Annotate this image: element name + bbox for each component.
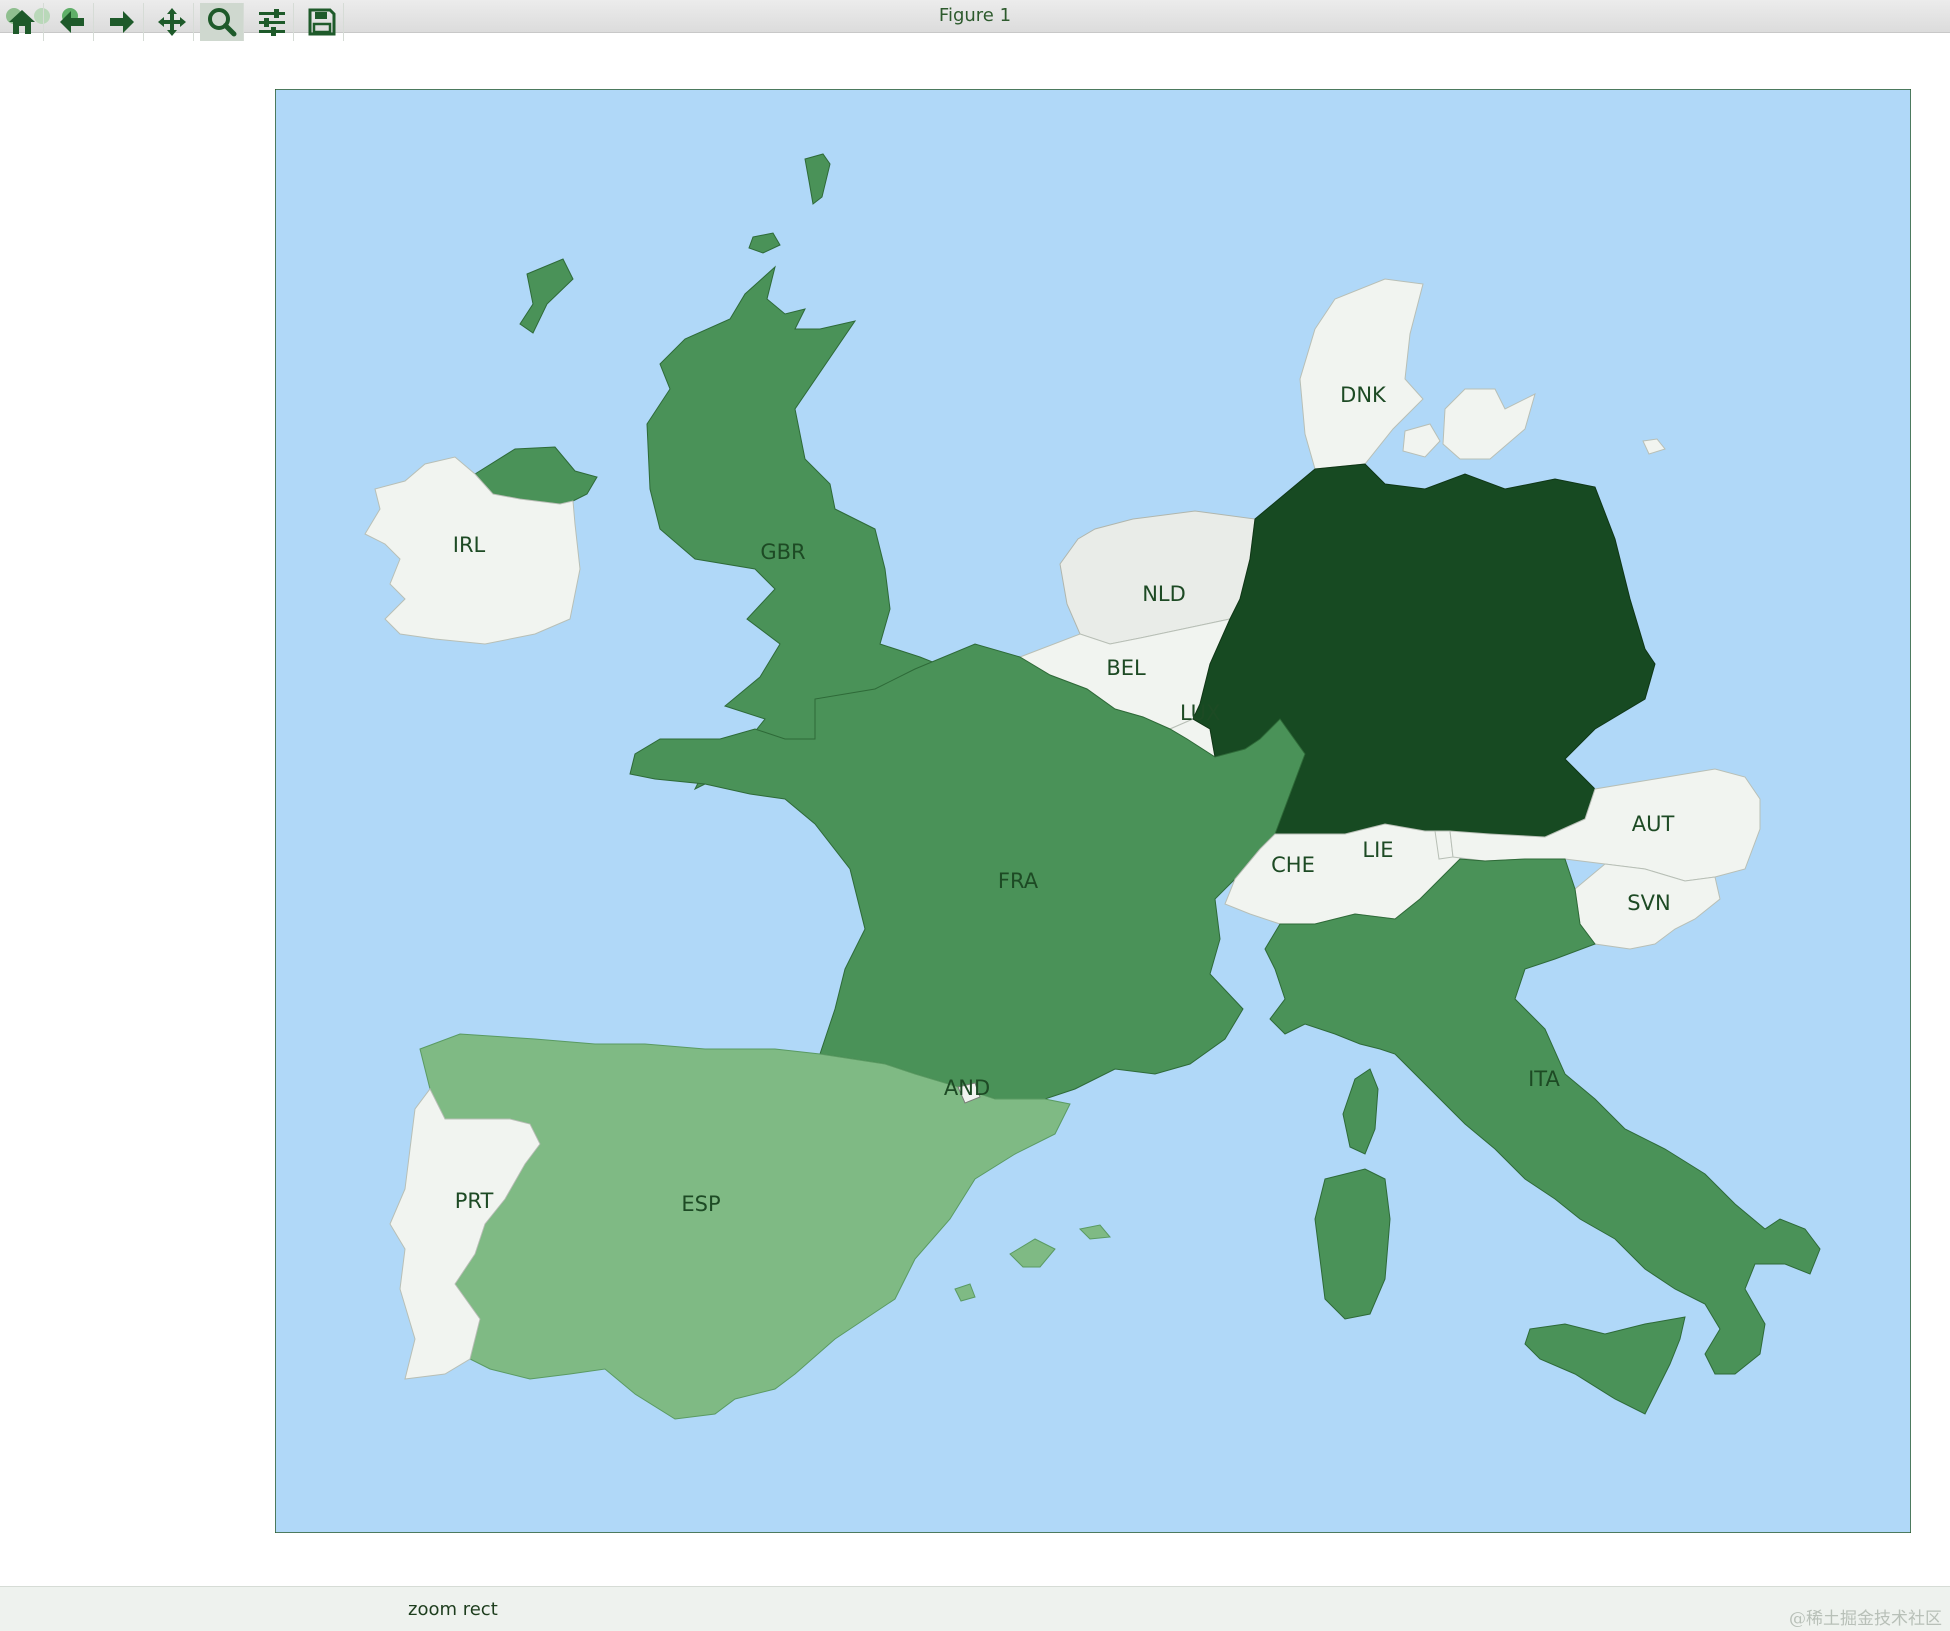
home-button[interactable] (0, 3, 44, 41)
label-SVN: SVN (1627, 891, 1670, 915)
label-BEL: BEL (1106, 656, 1146, 680)
zoom-button[interactable] (200, 3, 244, 41)
label-IRL: IRL (453, 533, 486, 557)
arrow-left-icon (59, 11, 84, 33)
figure-toolbar (0, 1586, 1950, 1631)
toolbar-status-message: zoom rect (408, 1599, 498, 1620)
arrow-right-icon (109, 11, 134, 33)
label-DNK: DNK (1340, 383, 1387, 407)
label-LUX: LUX (1180, 701, 1220, 725)
back-button[interactable] (50, 3, 94, 41)
map-plot[interactable]: GBR IRL FRA ESP PRT AND NLD BEL LUX DNK … (275, 89, 1911, 1533)
sliders-icon (258, 9, 285, 36)
label-CHE: CHE (1271, 853, 1315, 877)
label-AND: AND (944, 1076, 990, 1100)
map-svg: GBR IRL FRA ESP PRT AND NLD BEL LUX DNK … (275, 89, 1911, 1533)
label-FRA: FRA (998, 869, 1039, 893)
move-icon (157, 8, 186, 36)
configure-subplots-button[interactable] (250, 3, 294, 41)
label-NLD: NLD (1142, 582, 1186, 606)
label-ESP: ESP (681, 1192, 720, 1216)
label-GBR: GBR (760, 540, 805, 564)
floppy-disk-icon (308, 8, 335, 36)
label-AUT: AUT (1632, 812, 1675, 836)
forward-button[interactable] (100, 3, 144, 41)
pan-button[interactable] (150, 3, 194, 41)
magnifier-icon (207, 8, 236, 37)
label-PRT: PRT (455, 1189, 494, 1213)
label-LIE: LIE (1362, 838, 1393, 862)
home-icon (8, 10, 35, 34)
watermark: @稀土掘金技术社区 (1789, 1609, 1942, 1629)
save-button[interactable] (300, 3, 344, 41)
label-ITA: ITA (1528, 1067, 1560, 1091)
